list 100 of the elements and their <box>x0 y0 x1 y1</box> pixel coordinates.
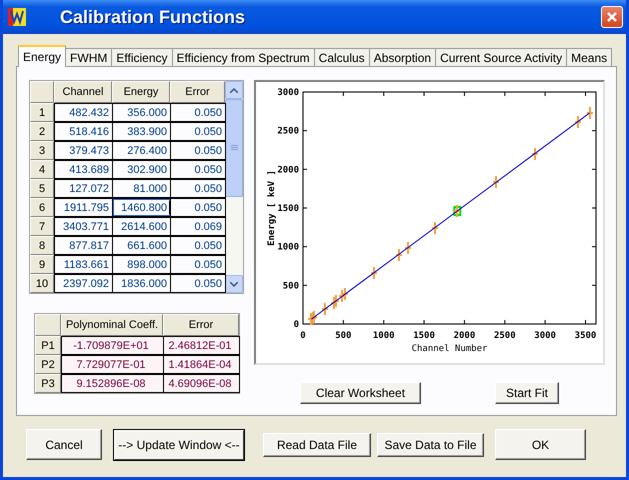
tick-label: 2000 <box>454 331 476 341</box>
action-button[interactable]: Start Fit <box>495 382 559 404</box>
table-cell: 7.729077E-01 <box>61 355 164 374</box>
app-icon <box>8 8 26 26</box>
action-button[interactable]: Clear Worksheet <box>300 382 421 404</box>
data-point <box>405 242 411 254</box>
table-cell: -1.709879E+01 <box>61 336 164 355</box>
column-header: Polynominal Coeff. <box>61 314 163 336</box>
tick-label: 2500 <box>494 331 516 341</box>
data-point <box>432 222 438 234</box>
column-header: Channel <box>54 81 112 103</box>
tab[interactable]: Means <box>566 48 612 67</box>
table-cell[interactable]: 2397.092 <box>54 274 113 293</box>
tick-label: 1500 <box>413 331 435 341</box>
table-cell: 2.46812E-01 <box>163 336 240 355</box>
column-header: Error <box>163 314 239 336</box>
table-cell[interactable]: 0.069 <box>170 217 226 236</box>
dialog-button[interactable]: Read Data File <box>263 432 371 456</box>
table-cell: 4.69096E-08 <box>163 374 240 393</box>
axis-title: Channel Number <box>412 344 488 354</box>
column-header: Error <box>170 81 225 103</box>
data-point <box>587 107 593 119</box>
table-cell[interactable]: 81.000 <box>112 179 171 198</box>
tab[interactable]: Efficiency <box>111 48 172 67</box>
table-cell[interactable]: 1911.795 <box>54 198 113 217</box>
table-cell[interactable]: 383.900 <box>112 122 171 141</box>
tick-label: 0 <box>294 320 299 330</box>
tab[interactable]: Energy <box>18 45 66 67</box>
data-point <box>371 267 377 279</box>
scrollbar[interactable] <box>225 81 243 293</box>
row-header: 8 <box>30 236 54 255</box>
table-cell[interactable]: 2614.600 <box>112 217 171 236</box>
row-header: 2 <box>30 122 54 141</box>
table-cell[interactable]: 276.400 <box>112 141 171 160</box>
data-point <box>396 249 402 261</box>
window-title: Calibration Functions <box>60 6 246 28</box>
table-cell[interactable]: 356.000 <box>112 103 171 122</box>
column-header: Energy <box>112 81 170 103</box>
tick-label: 2500 <box>277 126 299 137</box>
table-cell: 9.152896E-08 <box>61 374 164 393</box>
table-cell[interactable]: 0.050 <box>170 198 226 217</box>
table-cell[interactable]: 0.050 <box>170 160 226 179</box>
scroll-down-button[interactable] <box>225 275 243 293</box>
table-cell[interactable]: 1836.000 <box>112 274 171 293</box>
axis-title: Energy [ keV ] <box>267 170 277 246</box>
data-point <box>493 176 499 188</box>
tick-label: 1500 <box>277 204 299 214</box>
tab[interactable]: Efficiency from Spectrum <box>172 48 315 67</box>
table-cell[interactable]: 0.050 <box>170 122 226 141</box>
text-cursor <box>169 201 170 214</box>
tab[interactable]: FWHM <box>65 48 112 67</box>
tab[interactable]: Calculus <box>314 48 370 67</box>
row-header: 1 <box>30 103 54 122</box>
row-header: P3 <box>35 374 61 393</box>
table-cell[interactable]: 0.050 <box>170 103 226 122</box>
row-header: 3 <box>30 141 54 160</box>
tab[interactable]: Current Source Activity <box>435 48 568 67</box>
table-cell[interactable]: 0.050 <box>170 274 226 293</box>
dialog-button[interactable]: Cancel <box>26 429 102 460</box>
tick-label: 500 <box>282 281 299 292</box>
table-cell[interactable]: 127.072 <box>54 179 113 198</box>
row-header: 10 <box>30 274 54 293</box>
row-header: 6 <box>30 198 54 217</box>
tick-label: 2000 <box>277 165 299 176</box>
row-header: 9 <box>30 255 54 274</box>
table-cell[interactable]: 379.473 <box>54 141 113 160</box>
table-cell[interactable]: 0.050 <box>170 236 226 255</box>
tick-label: 3500 <box>574 331 596 341</box>
tick-label: 3000 <box>534 331 556 341</box>
table-cell[interactable]: 302.900 <box>112 160 171 179</box>
table-cell[interactable]: 0.050 <box>170 141 226 160</box>
grip-icon <box>230 145 238 151</box>
row-header: P1 <box>35 336 61 355</box>
table-cell[interactable]: 877.817 <box>54 236 113 255</box>
table-cell[interactable]: 0.050 <box>170 179 226 198</box>
row-header: P2 <box>35 355 61 374</box>
row-header: 7 <box>30 217 54 236</box>
dialog-button[interactable]: --> Update Window <-- <box>114 430 244 460</box>
data-point <box>575 116 581 128</box>
table-cell[interactable]: 0.050 <box>170 255 226 274</box>
dialog-button[interactable]: OK <box>495 429 586 460</box>
tick-label: 3000 <box>277 88 299 98</box>
table-cell[interactable]: 1460.800 <box>112 198 171 217</box>
row-header: 5 <box>30 179 54 198</box>
row-header: 4 <box>30 160 54 179</box>
tick-label: 500 <box>335 331 352 341</box>
table-cell[interactable]: 661.600 <box>112 236 171 255</box>
table-cell[interactable]: 898.000 <box>112 255 171 274</box>
table-cell[interactable]: 413.689 <box>54 160 113 179</box>
table-cell[interactable]: 1183.661 <box>54 255 113 274</box>
close-icon <box>606 11 618 23</box>
table-cell[interactable]: 3403.771 <box>54 217 113 236</box>
scroll-thumb[interactable] <box>225 99 243 197</box>
close-button[interactable] <box>601 6 623 28</box>
scroll-up-button[interactable] <box>225 81 243 99</box>
table-cell[interactable]: 482.432 <box>54 103 113 122</box>
table-cell[interactable]: 518.416 <box>54 122 113 141</box>
tab[interactable]: Absorption <box>368 48 436 67</box>
table-cell: 1.41864E-04 <box>163 355 240 374</box>
dialog-button[interactable]: Save Data to File <box>377 432 484 456</box>
